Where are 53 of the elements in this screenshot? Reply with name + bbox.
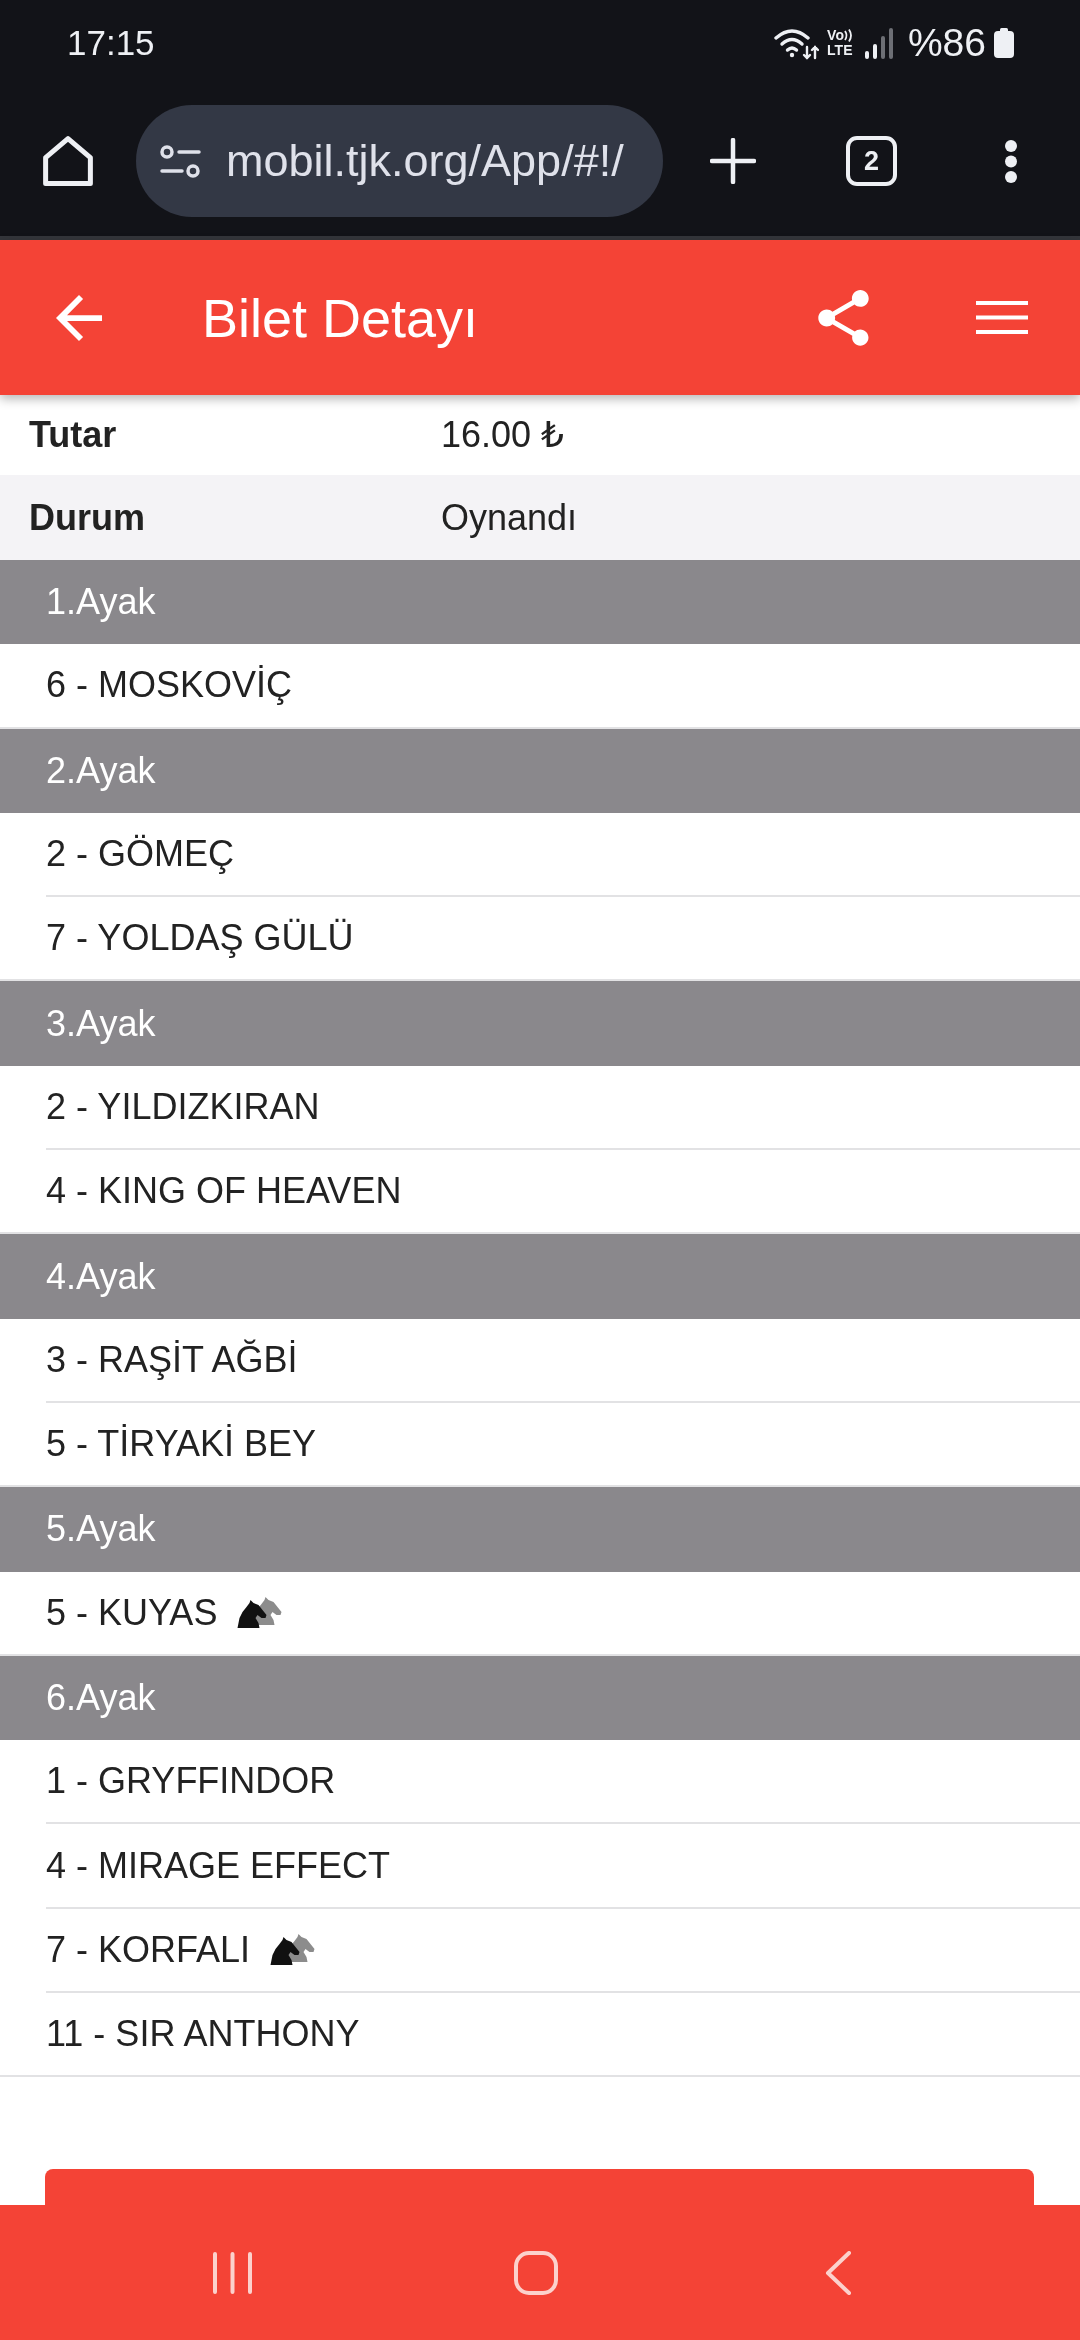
recent-apps-button[interactable] xyxy=(212,2250,253,2295)
status-time: 17:15 xyxy=(67,23,155,63)
horse-name: 11 - SIR ANTHONY xyxy=(46,2013,360,2056)
leg-header: 1.Ayak xyxy=(0,560,1080,645)
tab-switcher-button[interactable]: 2 xyxy=(846,136,897,186)
horse-name: 7 - YOLDAŞ GÜLÜ xyxy=(46,917,354,960)
home-nav-button[interactable] xyxy=(513,2250,558,2295)
tune-icon xyxy=(160,143,201,179)
leg-header: 4.Ayak xyxy=(0,1234,1080,1319)
wifi-icon xyxy=(774,26,820,60)
back-button[interactable] xyxy=(56,294,102,341)
recent-apps-icon xyxy=(212,2250,253,2295)
leg-header: 5.Ayak xyxy=(0,1487,1080,1572)
leg-header: 2.Ayak xyxy=(0,728,1080,813)
menu-button[interactable] xyxy=(976,301,1028,334)
network-type-text: Vo xyxy=(827,28,844,43)
detail-value: Oynandı xyxy=(441,496,578,539)
horse-name: 2 - GÖMEÇ xyxy=(46,833,234,876)
leg-header: 3.Ayak xyxy=(0,981,1080,1066)
network-type-text: LTE xyxy=(827,43,853,58)
url-text: mobil.tjk.org/App/#!/ xyxy=(226,135,624,187)
plus-icon xyxy=(709,138,756,184)
home-icon xyxy=(43,136,93,186)
share-icon xyxy=(818,289,869,346)
address-bar[interactable]: mobil.tjk.org/App/#!/ xyxy=(136,105,663,217)
detail-label: Tutar xyxy=(29,414,118,456)
more-button[interactable] xyxy=(1003,138,1018,184)
detail-label: Durum xyxy=(29,496,146,539)
horse-name: 1 - GRYFFINDOR xyxy=(46,1760,336,1803)
share-button[interactable] xyxy=(818,289,869,346)
horse-name: 4 - KING OF HEAVEN xyxy=(46,1170,402,1213)
horse-name: 2 - YILDIZKIRAN xyxy=(46,1085,320,1128)
horse-name: 5 - KUYAS xyxy=(46,1591,218,1634)
horse-name: 6 - MOSKOVİÇ xyxy=(46,664,293,707)
battery-icon xyxy=(994,28,1014,58)
leg-header: 6.Ayak xyxy=(0,1655,1080,1741)
horse-name: 7 - KORFALI xyxy=(46,1928,251,1971)
signal-icon xyxy=(864,27,893,59)
signal-waves-icon xyxy=(843,29,853,42)
detail-value: 16.00 ₺ xyxy=(441,414,564,456)
battery-percentage: %86 xyxy=(907,22,986,64)
menu-icon xyxy=(976,301,1028,334)
back-chevron-icon xyxy=(825,2250,852,2295)
more-icon xyxy=(1003,138,1018,184)
home-square-icon xyxy=(513,2250,558,2295)
back-arrow-icon xyxy=(56,294,102,341)
page-title: Bilet Detayı xyxy=(202,286,479,349)
horse-name: 5 - TİRYAKİ BEY xyxy=(46,1423,317,1466)
horse-name: 3 - RAŞİT AĞBİ xyxy=(46,1338,298,1381)
new-tab-button[interactable] xyxy=(709,138,756,184)
back-nav-button[interactable] xyxy=(825,2250,852,2295)
home-button[interactable] xyxy=(43,136,93,186)
horse-name: 4 - MIRAGE EFFECT xyxy=(46,1844,391,1887)
